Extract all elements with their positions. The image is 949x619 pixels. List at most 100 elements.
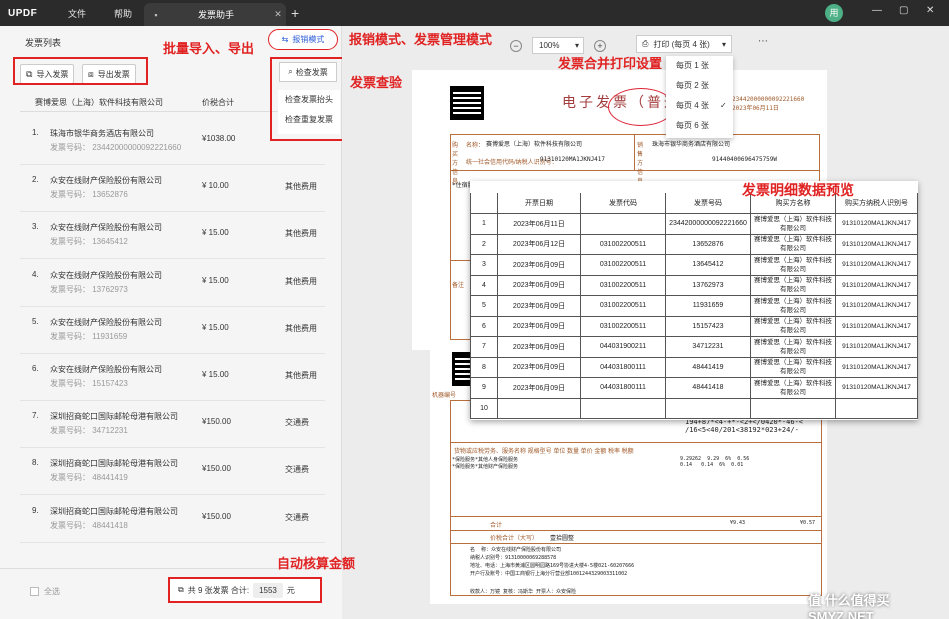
table-cell: 4 — [470, 274, 498, 296]
expense-type: 其他费用 — [285, 182, 317, 192]
table-cell: 23442000000092221660 — [665, 213, 751, 235]
annotation-auto: 自动核算金额 — [277, 556, 356, 571]
table-cell: 赛博爱思（上海）软件科技有限公司 — [750, 213, 836, 235]
zoom-out-icon[interactable]: − — [510, 39, 522, 52]
table-cell: 8 — [470, 356, 498, 378]
label-seller: 销售方信息 — [637, 143, 644, 185]
qr-code — [450, 86, 484, 120]
table-cell: 7 — [470, 336, 498, 358]
table-cell: 3 — [470, 254, 498, 276]
batch-highlight-box — [13, 57, 148, 85]
table-cell: 031002200511 — [580, 295, 666, 317]
list-item[interactable]: 4. 众安在线财产保险股份有限公司 发票号码： 13762973 ¥ 15.00 其他费… — [20, 260, 325, 307]
amount-cn-value: 壹拾圆整 — [550, 535, 575, 542]
seller-name: 珠海市银华商务酒店有限公司 — [50, 129, 154, 138]
table-cell: 赛博爱思（上海）软件科技有限公司 — [750, 315, 836, 337]
minimize-icon[interactable]: — — [872, 5, 882, 16]
invoice-right-info: 23442000000092221660 2023年06月11日 — [732, 96, 805, 112]
list-item[interactable]: 6. 众安在线财产保险股份有限公司 发票号码： 15157423 ¥ 15.00 其他费… — [20, 354, 325, 401]
preview-header-cell — [470, 193, 498, 214]
more-icon[interactable]: ⋯ — [758, 36, 768, 47]
tab-invoice-assistant[interactable]: ▪ 发票助手 ✕ — [144, 3, 286, 26]
zoom-select[interactable]: 100% ▾ — [532, 37, 584, 54]
invoice-number: 发票号码： 15157423 — [50, 379, 128, 388]
row-number: 4. — [32, 269, 39, 279]
seller-name: 珠海市银华商务酒店有限公司 — [652, 141, 731, 148]
table-cell: 2023年06月09日 — [497, 315, 581, 337]
label-name: 名称： — [466, 143, 485, 149]
table-cell: 13645412 — [665, 254, 751, 276]
table-cell: 赛博爱思（上海）软件科技有限公司 — [750, 295, 836, 317]
dropdown-item-6-per-page[interactable]: 每页 6 张 — [666, 116, 733, 136]
chevron-down-icon: ▾ — [721, 39, 726, 49]
list-item[interactable]: 5. 众安在线财产保险股份有限公司 发票号码： 11931659 ¥ 15.00 其他费… — [20, 307, 325, 354]
close-icon[interactable]: ✕ — [926, 5, 934, 16]
amount: ¥150.00 — [202, 417, 231, 427]
table-cell: 031002200511 — [580, 233, 666, 255]
avatar[interactable]: 用 — [825, 4, 843, 22]
invoice-number: 发票号码： 34712231 — [50, 426, 128, 436]
app-logo: UPDF — [8, 7, 38, 19]
list-footer: 全选 ⧉ 共 9 张发票 合计: 1553 元 — [0, 568, 342, 619]
list-item[interactable]: 8. 深圳招商蛇口国际邮轮母港有限公司 发票号码： 48441419 ¥150.00 交… — [20, 448, 325, 496]
amount: ¥ 15.00 — [202, 228, 229, 238]
seller-name: 众安在线财产保险股份有限公司 — [50, 317, 162, 327]
amount-cn-label: 价税合计（大写） — [490, 536, 539, 542]
label-buyer: 购买方信息 — [452, 143, 459, 185]
print-layout-select[interactable]: ⎙ 打印 (每页 4 张) ▾ — [636, 35, 732, 53]
annotation-check: 发票查验 — [350, 75, 403, 90]
list-item[interactable]: 2. 众安在线财产保险股份有限公司 发票号码： 13652876 ¥ 10.00 其他费… — [20, 165, 325, 213]
grid-line — [634, 134, 635, 170]
check-highlight-box — [270, 57, 345, 141]
header-company[interactable]: 赛博爱思（上海）软件科技有限公司 — [35, 97, 163, 108]
expense-type: 交通费 — [285, 418, 309, 428]
row-number: 5. — [32, 316, 39, 326]
table-cell: 031002200511 — [580, 315, 666, 337]
dropdown-item-4-per-page[interactable]: 每页 4 张 ✓ — [666, 96, 733, 116]
table-cell: 48441418 — [665, 377, 751, 399]
amount: ¥1038.00 — [202, 134, 236, 143]
list-item[interactable]: 7. 深圳招商蛇口国际邮轮母港有限公司 发票号码： 34712231 ¥150.00 交… — [20, 401, 325, 449]
seller-name: 众安在线财产保险股份有限公司 — [50, 223, 162, 233]
row-number: 8. — [32, 458, 39, 468]
invoice-number: 发票号码： 11931659 — [50, 331, 128, 341]
table-cell: 1 — [470, 213, 498, 235]
invoice-number: 发票号码： 13652876 — [50, 190, 128, 200]
amount: ¥ 15.00 — [202, 275, 229, 285]
row-number: 9. — [32, 505, 39, 515]
table-cell: 赛博爱思（上海）软件科技有限公司 — [750, 336, 836, 358]
list-item[interactable]: 3. 众安在线财产保险股份有限公司 发票号码： 13645412 ¥ 15.00 其他费… — [20, 212, 325, 260]
table-cell: 13652876 — [665, 233, 751, 255]
seller-name: 众安在线财产保险股份有限公司 — [50, 176, 162, 186]
table-cell: 91310120MA1JKNJ417 — [835, 377, 918, 399]
expense-type: 其他费用 — [285, 229, 317, 239]
table-cell: 2023年06月09日 — [497, 254, 581, 276]
maximize-icon[interactable]: ▢ — [899, 5, 908, 16]
table-cell: 2023年06月09日 — [497, 274, 581, 296]
grid-line — [450, 170, 820, 171]
menu-help[interactable]: 帮助 — [104, 7, 142, 20]
zoom-bar: − 100% ▾ + — [510, 37, 606, 54]
row-number: 3. — [32, 222, 39, 232]
list-item[interactable]: 9. 深圳招商蛇口国际邮轮母港有限公司 发票号码： 48441418 ¥150.00 交… — [20, 496, 325, 543]
sum-label: 合计 — [490, 523, 503, 529]
menu-file[interactable]: 文件 — [58, 7, 96, 20]
select-all-checkbox[interactable]: 全选 — [30, 586, 60, 597]
grid-line — [450, 530, 822, 531]
machine-no-label: 机器编号 — [432, 393, 457, 399]
table-cell: 2 — [470, 233, 498, 255]
dropdown-item-1-per-page[interactable]: 每页 1 张 — [666, 56, 733, 76]
table-cell: 10 — [470, 397, 498, 419]
seller-name: 深圳招商蛇口国际邮轮母港有限公司 — [50, 506, 178, 516]
new-tab-icon[interactable]: + — [291, 5, 299, 21]
invoice-number: 发票号码： 23442000000092221660 — [50, 143, 182, 152]
dropdown-item-2-per-page[interactable]: 每页 2 张 — [666, 76, 733, 96]
table-cell: 2023年06月09日 — [497, 356, 581, 378]
label-remark: 备注 — [452, 283, 465, 289]
expense-type: 其他费用 — [285, 276, 317, 286]
table-row: 9 2023年06月09日 044031800111 48441418 赛博爱思（上海）… — [470, 377, 918, 399]
reimbursement-mode-button[interactable]: ⇆ 报销模式 — [268, 29, 338, 50]
seller-name: 深圳招商蛇口国际邮轮母港有限公司 — [50, 459, 178, 469]
tab-close-icon[interactable]: ✕ — [270, 9, 286, 20]
zoom-in-icon[interactable]: + — [594, 39, 606, 52]
